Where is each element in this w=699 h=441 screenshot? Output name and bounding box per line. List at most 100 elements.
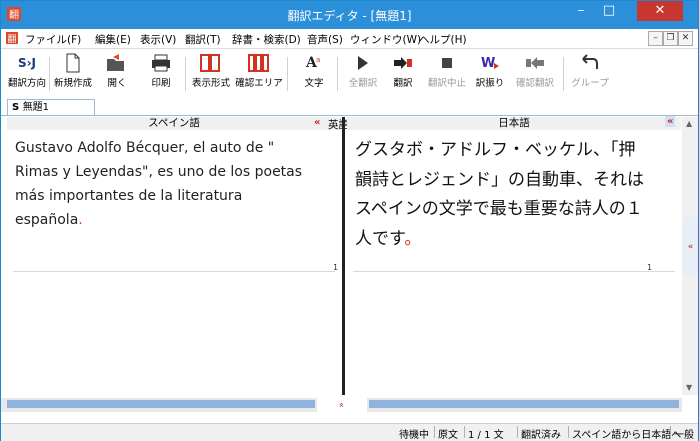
translate-label: 翻訳 <box>393 78 413 89</box>
assign-translation-button[interactable]: W 訳振り <box>471 53 509 89</box>
pane-splitter[interactable] <box>342 117 345 395</box>
left-scroll-track[interactable] <box>7 400 315 408</box>
assign-translation-label: 訳振り <box>475 78 505 89</box>
group-button[interactable]: グループ <box>567 53 613 89</box>
new-document-icon <box>66 53 80 73</box>
toolbar-separator <box>49 57 50 91</box>
menu-audio[interactable]: 音声(S) <box>307 32 343 47</box>
source-pane-header: スペイン語 <box>7 117 341 130</box>
menu-bar: 翻 ファイル(F) 編集(E) 表示(V) 翻訳(T) 辞書・検索(D) 音声(… <box>1 29 698 49</box>
direction-button[interactable]: S›J 翻訳方向 <box>7 53 47 89</box>
display-format-button[interactable]: 表示形式 <box>189 53 233 89</box>
close-button[interactable]: ✕ <box>637 1 683 21</box>
confirm-translate-button[interactable]: 確認翻訳 <box>511 53 559 89</box>
translate-button[interactable]: 翻訳 <box>385 53 421 89</box>
confirm-area-icon <box>248 54 269 72</box>
menu-dictionary-search[interactable]: 辞書・検索(D) <box>232 32 301 47</box>
mdi-close-button[interactable]: ✕ <box>678 31 693 46</box>
document-icon[interactable]: 翻 <box>5 31 19 45</box>
mdi-restore-button[interactable]: ❐ <box>663 31 678 46</box>
stop-translate-button[interactable]: 翻訳中止 <box>425 53 469 89</box>
display-format-icon <box>200 54 220 72</box>
new-label: 新規作成 <box>53 78 92 89</box>
target-text-pane[interactable]: グスタボ・アドルフ・ベッケル、「押韻詩とレジェンド」の自動車、それはスペインの文… <box>347 130 681 395</box>
status-sentence-count: 1 / 1 文 <box>468 430 504 441</box>
status-separator <box>517 426 518 438</box>
text-label: 文字 <box>304 78 324 89</box>
open-label: 開く <box>107 78 127 89</box>
scroll-up-icon[interactable]: ▲ <box>686 119 692 128</box>
text-button[interactable]: A a 文字 <box>295 53 333 89</box>
stop-translate-label: 翻訳中止 <box>427 78 466 89</box>
new-button[interactable]: 新規作成 <box>53 53 93 89</box>
translate-icon <box>394 57 412 69</box>
target-line-number: 1 <box>647 263 653 272</box>
minimize-button[interactable]: – <box>567 1 595 21</box>
undo-group-icon <box>582 54 598 69</box>
scroll-down-icon[interactable]: ▼ <box>686 383 692 392</box>
target-text-period: 。 <box>404 228 422 249</box>
menu-file[interactable]: ファイル(F) <box>25 32 81 47</box>
font-icon: A a <box>305 55 320 71</box>
menu-help[interactable]: ヘルプ(H) <box>419 32 467 47</box>
print-label: 印刷 <box>151 78 171 89</box>
mdi-minimize-button[interactable]: – <box>648 31 663 46</box>
source-text-body: Gustavo Adolfo Bécquer, el auto de " Rim… <box>15 140 303 228</box>
toolbar: S›J 翻訳方向 新規作成 開く 印刷 表示形式 確認エリア A a 文字 全翻… <box>1 49 698 99</box>
display-format-label: 表示形式 <box>191 78 230 89</box>
stop-icon <box>442 58 452 68</box>
status-translated: 翻訳済み <box>521 430 561 441</box>
status-direction: スペイン語から日本語へ <box>572 430 682 441</box>
expand-arrow: » <box>336 402 347 408</box>
svg-text:W: W <box>481 56 495 71</box>
status-state: 待機中 <box>399 430 429 441</box>
target-text-body: グスタボ・アドルフ・ベッケル、「押韻詩とレジェンド」の自動車、それはスペインの文… <box>355 140 644 249</box>
bottom-panel-bar: » <box>1 398 682 412</box>
side-panel-toggle[interactable]: « <box>683 217 698 277</box>
menu-translate[interactable]: 翻訳(T) <box>185 32 221 47</box>
status-separator <box>434 426 435 438</box>
direction-icon: S›J <box>17 56 37 70</box>
collapse-pane-button[interactable]: « <box>665 116 676 127</box>
document-tab-strip: S 無題1 <box>1 99 698 116</box>
source-text-period: . <box>78 212 83 228</box>
open-folder-icon <box>107 54 124 71</box>
confirm-translate-label: 確認翻訳 <box>515 78 554 89</box>
status-separator <box>464 426 465 438</box>
assign-icon: W <box>481 56 499 71</box>
side-toggle-arrow: « <box>687 242 694 252</box>
svg-text:a: a <box>316 56 320 64</box>
status-separator <box>568 426 569 438</box>
status-field: 一般 <box>674 430 694 441</box>
target-pane-header: 日本語 <box>347 117 681 130</box>
maximize-button[interactable]: □ <box>595 1 623 21</box>
sentence-separator <box>353 271 675 272</box>
confirm-translate-icon <box>526 57 544 69</box>
right-scroll-track[interactable] <box>369 400 679 408</box>
menu-window[interactable]: ウィンドウ(W) <box>350 32 421 47</box>
translate-all-label: 全翻訳 <box>348 78 378 89</box>
toolbar-separator <box>337 57 338 91</box>
confirm-area-label: 確認エリア <box>235 78 283 89</box>
translate-all-button[interactable]: 全翻訳 <box>343 53 383 89</box>
direction-label: 翻訳方向 <box>7 78 46 89</box>
swap-left-button[interactable]: « <box>314 117 320 128</box>
app-window: 翻 翻訳エディタ - [無題1] – □ ✕ 翻 ファイル(F) 編集(E) 表… <box>0 0 699 441</box>
expand-bottom-button[interactable]: » <box>317 398 367 412</box>
confirm-area-button[interactable]: 確認エリア <box>235 53 283 89</box>
target-text[interactable]: グスタボ・アドルフ・ベッケル、「押韻詩とレジェンド」の自動車、それはスペインの文… <box>355 136 649 254</box>
menu-view[interactable]: 表示(V) <box>140 32 176 47</box>
source-text[interactable]: Gustavo Adolfo Bécquer, el auto de " Rim… <box>15 136 313 232</box>
sentence-separator <box>13 271 335 272</box>
title-bar[interactable]: 翻 翻訳エディタ - [無題1] – □ ✕ <box>1 1 698 29</box>
menu-edit[interactable]: 編集(E) <box>95 32 131 47</box>
open-button[interactable]: 開く <box>97 53 137 89</box>
toolbar-separator <box>287 57 288 91</box>
print-button[interactable]: 印刷 <box>141 53 181 89</box>
printer-icon <box>152 54 170 72</box>
status-mode: 原文 <box>438 430 458 441</box>
source-text-pane[interactable]: Gustavo Adolfo Bécquer, el auto de " Rim… <box>7 130 341 395</box>
group-label: グループ <box>571 78 609 89</box>
tab-untitled1[interactable]: S 無題1 <box>7 99 95 115</box>
toolbar-separator <box>185 57 186 91</box>
